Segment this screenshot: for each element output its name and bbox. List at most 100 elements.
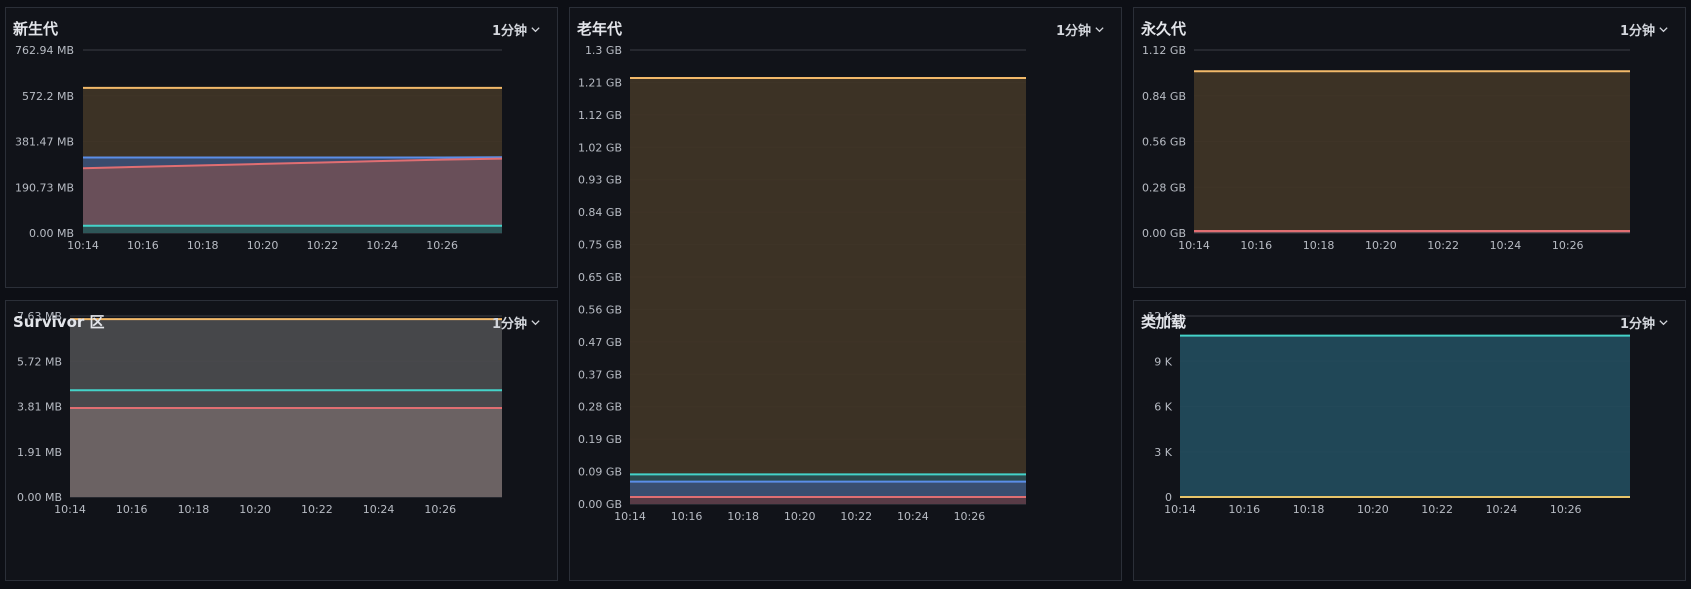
x-tick-label: 10:24 [1490,239,1522,252]
time-range-select[interactable]: 1分钟 [1620,313,1669,332]
y-tick-label: 1.12 GB [578,109,622,122]
panel-title: 类加载 [1141,313,1187,331]
series-area-2 [70,408,502,497]
y-tick-label: 3 K [1154,446,1172,459]
x-tick-label: 10:18 [187,239,219,252]
series-area-3 [630,497,1026,504]
time-range-label: 1分钟 [1055,24,1091,39]
chart-perm-gen: 1.12 GB0.84 GB0.56 GB0.28 GB0.00 GB10:14… [1142,44,1630,252]
y-tick-label: 6 K [1154,401,1172,414]
series-area-0 [1180,335,1630,497]
y-tick-label: 0.84 GB [1142,90,1186,103]
x-tick-label: 10:22 [307,239,339,252]
panel-old-gen: 1.3 GB 1.21 GB 1.12 GB 1.02 GB 0.93 GB 0.84 G… [569,7,1122,581]
x-tick-label: 10:14 [1164,503,1196,516]
x-tick-label: 10:22 [1421,503,1453,516]
time-range-label: 1分钟 [491,317,527,332]
chevron-down-icon [531,320,540,326]
y-tick-label: 5.72 MB [17,355,62,368]
x-tick-label: 10:24 [366,239,398,252]
y-tick-label: 381.47 MB [15,136,74,149]
y-tick-label: 0.09 GB [578,466,622,479]
x-tick-label: 10:16 [127,239,159,252]
x-tick-label: 10:16 [671,510,703,523]
y-tick-label: 190.73 MB [15,181,74,194]
x-tick-label: 10:24 [1486,503,1518,516]
x-tick-label: 10:14 [614,510,646,523]
y-tick-label: 0.65 GB [578,271,622,284]
x-tick-label: 10:20 [784,510,816,523]
time-range-select[interactable]: 1分钟 [492,20,541,39]
time-range-label: 1分钟 [1619,24,1655,39]
time-range-select[interactable]: 1分钟 [1620,20,1669,39]
time-range-label: 1分钟 [1619,317,1655,332]
x-tick-label: 10:20 [247,239,279,252]
chart-class-loading: 12 K9 K6 K3 K010:14 10:16 10:18 10:20 10:22 1… [1147,310,1630,516]
x-tick-label: 10:16 [116,503,148,516]
y-tick-label: 0.28 GB [578,401,622,414]
y-tick-label: 0.19 GB [578,433,622,446]
time-range-select[interactable]: 1分钟 [1056,20,1105,39]
x-tick-label: 10:20 [1357,503,1389,516]
y-tick-label: 0.84 GB [578,206,622,219]
series-area-0 [630,77,1026,504]
x-tick-label: 10:16 [1228,503,1260,516]
chevron-down-icon [1659,320,1668,326]
panel-title: 新生代 [13,20,59,38]
panel-class-loading: 12 K9 K6 K3 K 0 10:14 10:16 10:18 10:20 10:22 1… [1133,300,1686,581]
y-tick-label: 1.21 GB [578,76,622,89]
y-tick-label: 1.12 GB [1142,44,1186,57]
x-tick-label: 10:22 [301,503,333,516]
panel-survivor: 7.63 MB 5.72 MB 3.81 MB 1.91 MB 0.00 MB 10:14… [5,300,558,581]
x-tick-label: 10:20 [239,503,271,516]
x-tick-label: 10:26 [954,510,986,523]
chart-old-gen: 1.3 GB 1.21 GB 1.12 GB 1.02 GB 0.93 GB 0.84 G… [578,44,1026,523]
x-tick-label: 10:22 [840,510,872,523]
panel-title: 老年代 [577,20,623,38]
series-area-2 [83,158,502,233]
x-tick-label: 10:18 [727,510,759,523]
y-tick-label: 1.91 MB [17,446,62,459]
y-tick-label: 9 K [1154,355,1172,368]
y-tick-label: 762.94 MB [15,44,74,57]
y-tick-label: 572.2 MB [22,90,74,103]
y-tick-label: 0.56 GB [1142,136,1186,149]
y-tick-label: 1.3 GB [585,44,622,57]
y-tick-label: 0.75 GB [578,239,622,252]
time-range-select[interactable]: 1分钟 [492,313,541,332]
x-tick-label: 10:20 [1365,239,1397,252]
x-tick-label: 10:26 [1550,503,1582,516]
panel-perm-gen: 1.12 GB 0.84 GB 0.56 GB 0.28 GB 0.00 GB 10:14… [1133,7,1686,288]
x-tick-label: 10:14 [1178,239,1210,252]
chart-young-gen: 762.94 MB572.2 MB381.47 MB190.73 MB0.00 … [15,44,503,252]
chart-survivor: 7.63 MB5.72 MB3.81 MB1.91 MB0.00 MB10:14… [17,310,502,516]
y-tick-label: 0.28 GB [1142,181,1186,194]
chevron-down-icon [1095,27,1104,33]
panel-young-gen: 762.94 MB 572.2 MB 381.47 MB 190.73 MB 0.00 … [5,7,558,288]
y-tick-label: 0.47 GB [578,336,622,349]
chevron-down-icon [531,27,540,33]
chevron-down-icon [1659,27,1668,33]
y-tick-label: 3.81 MB [17,401,62,414]
x-tick-label: 10:18 [178,503,210,516]
y-tick-label: 0.37 GB [578,368,622,381]
x-tick-label: 10:26 [424,503,456,516]
x-tick-label: 10:24 [897,510,929,523]
panel-title: Survivor 区 [13,313,105,331]
y-tick-label: 0.93 GB [578,174,622,187]
x-tick-label: 10:22 [1427,239,1459,252]
series-area-3 [83,225,502,233]
y-tick-label: 0.56 GB [578,303,622,316]
x-tick-label: 10:18 [1303,239,1335,252]
x-tick-label: 10:14 [67,239,99,252]
time-range-label: 1分钟 [491,24,527,39]
x-tick-label: 10:26 [1552,239,1584,252]
y-tick-label: 1.02 GB [578,141,622,154]
x-tick-label: 10:24 [363,503,395,516]
x-tick-label: 10:16 [1240,239,1272,252]
panel-title: 永久代 [1141,20,1187,38]
x-tick-label: 10:14 [54,503,86,516]
x-tick-label: 10:18 [1293,503,1325,516]
x-tick-label: 10:26 [426,239,458,252]
series-area-0 [1194,71,1630,233]
